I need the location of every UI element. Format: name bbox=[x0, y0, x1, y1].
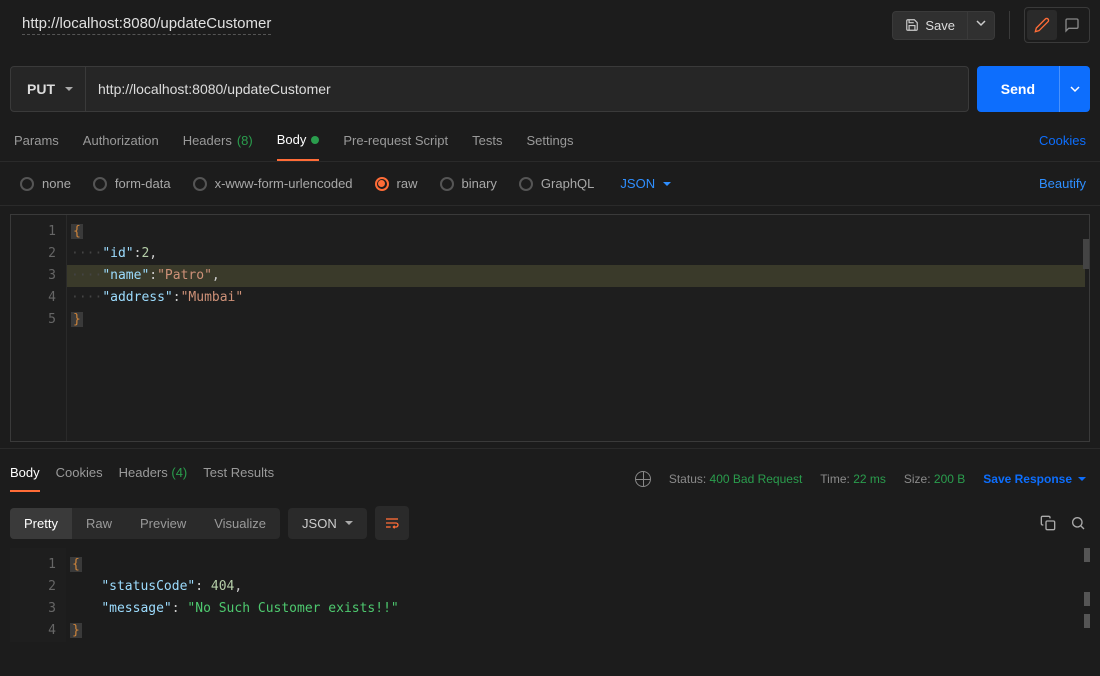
comment-icon bbox=[1064, 17, 1080, 33]
meta-label: Time: bbox=[820, 472, 850, 486]
scrollbar-chunk bbox=[1084, 548, 1090, 562]
search-response-button[interactable] bbox=[1070, 515, 1086, 531]
chevron-down-icon bbox=[1070, 84, 1080, 94]
code-key: "message" bbox=[101, 601, 171, 616]
response-body-editor[interactable]: 1234 { "statusCode": 404, "message": "No… bbox=[10, 548, 1090, 642]
response-tab-testresults[interactable]: Test Results bbox=[203, 465, 274, 492]
tab-settings[interactable]: Settings bbox=[526, 132, 573, 161]
send-button[interactable]: Send bbox=[977, 66, 1059, 112]
radio-label: raw bbox=[397, 176, 418, 191]
line-gutter: 1234 bbox=[10, 548, 66, 642]
code-key: "statusCode" bbox=[101, 579, 195, 594]
view-pretty[interactable]: Pretty bbox=[10, 508, 72, 539]
meta-label: Size: bbox=[904, 472, 931, 486]
save-icon bbox=[905, 18, 919, 32]
body-type-none[interactable]: none bbox=[20, 176, 71, 191]
save-label: Save bbox=[925, 18, 955, 33]
method-select[interactable]: PUT bbox=[11, 67, 86, 111]
tab-body-label: Body bbox=[277, 132, 307, 147]
status-meta[interactable]: Status: 400 Bad Request bbox=[669, 472, 802, 486]
radio-label: binary bbox=[462, 176, 497, 191]
response-tab-headers[interactable]: Headers (4) bbox=[119, 465, 188, 492]
tab-params[interactable]: Params bbox=[14, 132, 59, 161]
tab-authorization[interactable]: Authorization bbox=[83, 132, 159, 161]
code-key: "id" bbox=[102, 246, 133, 261]
tab-tests[interactable]: Tests bbox=[472, 132, 502, 161]
send-dropdown[interactable] bbox=[1059, 66, 1090, 112]
radio-icon bbox=[93, 177, 107, 191]
copy-response-button[interactable] bbox=[1040, 515, 1056, 531]
response-format-select[interactable]: JSON bbox=[288, 508, 367, 539]
meta-label: Status: bbox=[669, 472, 706, 486]
meta-value: 22 ms bbox=[853, 472, 886, 486]
radio-icon bbox=[519, 177, 533, 191]
size-meta[interactable]: Size: 200 B bbox=[904, 472, 965, 486]
body-format-select[interactable]: JSON bbox=[620, 176, 671, 191]
radio-label: x-www-form-urlencoded bbox=[215, 176, 353, 191]
copy-icon bbox=[1040, 515, 1056, 531]
response-tab-body[interactable]: Body bbox=[10, 465, 40, 492]
comment-icon-button[interactable] bbox=[1057, 10, 1087, 40]
wrap-icon bbox=[384, 515, 400, 531]
meta-value: 400 Bad Request bbox=[710, 472, 803, 486]
view-raw[interactable]: Raw bbox=[72, 508, 126, 539]
code-value: 404 bbox=[211, 579, 234, 594]
scrollbar-chunk bbox=[1084, 614, 1090, 628]
view-visualize[interactable]: Visualize bbox=[200, 508, 280, 539]
radio-icon bbox=[440, 177, 454, 191]
tab-headers-label: Headers bbox=[183, 133, 232, 148]
save-button[interactable]: Save bbox=[892, 11, 968, 40]
separator bbox=[1009, 11, 1010, 39]
resp-headers-count: (4) bbox=[171, 465, 187, 480]
scrollbar-chunk bbox=[1084, 592, 1090, 606]
beautify-link[interactable]: Beautify bbox=[1039, 176, 1086, 191]
radio-label: none bbox=[42, 176, 71, 191]
resp-headers-label: Headers bbox=[119, 465, 168, 480]
radio-icon bbox=[20, 177, 34, 191]
save-response-button[interactable]: Save Response bbox=[983, 472, 1086, 486]
minimap bbox=[1083, 239, 1089, 269]
code-value: "No Such Customer exists!!" bbox=[187, 601, 398, 616]
edit-icon-button[interactable] bbox=[1027, 10, 1057, 40]
radio-icon bbox=[193, 177, 207, 191]
body-type-urlencoded[interactable]: x-www-form-urlencoded bbox=[193, 176, 353, 191]
url-input[interactable] bbox=[86, 67, 968, 111]
code-key: "name" bbox=[102, 268, 149, 283]
code-value: "Mumbai" bbox=[181, 290, 244, 305]
tab-headers-count: (8) bbox=[237, 133, 253, 148]
wrap-lines-button[interactable] bbox=[375, 506, 409, 540]
network-icon[interactable] bbox=[635, 471, 651, 487]
body-type-raw[interactable]: raw bbox=[375, 176, 418, 191]
body-type-graphql[interactable]: GraphQL bbox=[519, 176, 594, 191]
body-indicator-dot bbox=[311, 136, 319, 144]
chevron-down-icon bbox=[976, 18, 986, 28]
request-title[interactable]: http://localhost:8080/updateCustomer bbox=[22, 15, 271, 35]
code-key: "address" bbox=[102, 290, 172, 305]
time-meta[interactable]: Time: 22 ms bbox=[820, 472, 886, 486]
radio-label: GraphQL bbox=[541, 176, 594, 191]
body-type-formdata[interactable]: form-data bbox=[93, 176, 171, 191]
tab-body[interactable]: Body bbox=[277, 132, 320, 161]
tab-prerequest[interactable]: Pre-request Script bbox=[343, 132, 448, 161]
pencil-icon bbox=[1034, 17, 1050, 33]
tab-headers[interactable]: Headers (8) bbox=[183, 132, 253, 161]
save-dropdown[interactable] bbox=[968, 11, 995, 40]
response-tab-cookies[interactable]: Cookies bbox=[56, 465, 103, 492]
body-type-binary[interactable]: binary bbox=[440, 176, 497, 191]
line-gutter: 12345 bbox=[11, 215, 67, 441]
view-preview[interactable]: Preview bbox=[126, 508, 200, 539]
radio-icon bbox=[375, 177, 389, 191]
cookies-link[interactable]: Cookies bbox=[1039, 133, 1086, 160]
search-icon bbox=[1070, 515, 1086, 531]
request-body-editor[interactable]: 12345 { ····"id":2, ····"name":"Patro", … bbox=[10, 214, 1090, 442]
radio-label: form-data bbox=[115, 176, 171, 191]
meta-value: 200 B bbox=[934, 472, 965, 486]
code-value: "Patro" bbox=[157, 268, 212, 283]
